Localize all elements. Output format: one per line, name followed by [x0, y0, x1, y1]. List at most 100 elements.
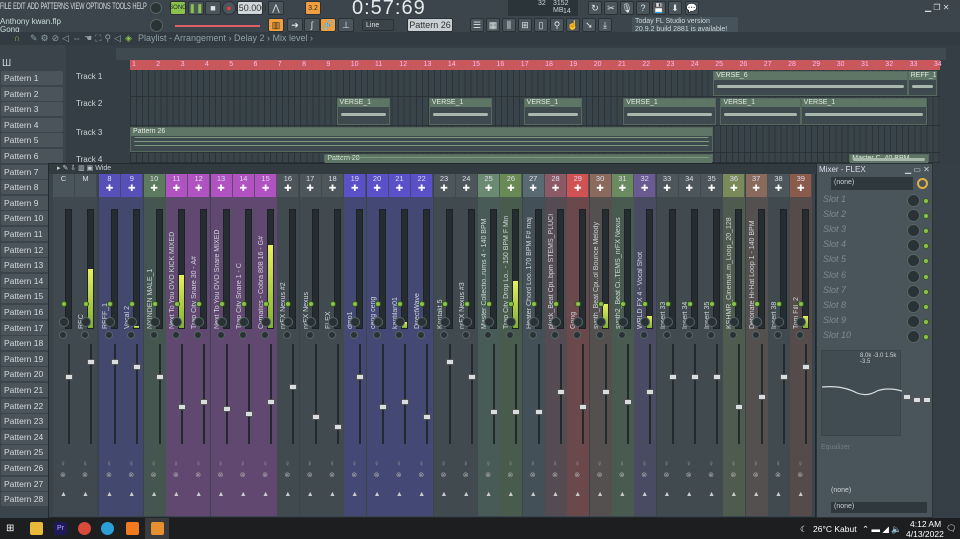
latency-icon[interactable]: ⊗ [730, 471, 736, 479]
send-arrow-icon[interactable]: ▲ [396, 491, 403, 498]
record-arm-icon[interactable]: ♀ [775, 459, 781, 468]
menu-file[interactable]: FILE [0, 1, 12, 12]
stereo-knob[interactable] [573, 331, 582, 339]
mixer-strip-17[interactable]: 17 ✚ nrFX Nexus ♀ ⊗ ▲ [299, 174, 322, 516]
pattern-item[interactable]: Pattern 5 [1, 133, 63, 148]
pan-knob[interactable] [149, 317, 160, 327]
pan-knob[interactable] [81, 317, 91, 327]
latency-icon[interactable]: ⊗ [218, 471, 224, 479]
record-arm-icon[interactable]: ♀ [60, 459, 66, 468]
latency-icon[interactable]: ⊗ [106, 471, 112, 479]
strip-header[interactable]: 35 ✚ [701, 174, 723, 197]
latency-icon[interactable]: ⊗ [307, 471, 313, 479]
pan-knob[interactable] [305, 317, 316, 327]
route-plus-icon[interactable]: ✚ [545, 183, 566, 194]
route-plus-icon[interactable]: ✚ [121, 183, 142, 194]
clock-time[interactable]: 4:12 AM [910, 519, 941, 529]
mute-led[interactable] [330, 301, 336, 307]
step-seq-icon[interactable]: ➜ [287, 18, 303, 32]
weather-text[interactable]: 26°C Kabut [813, 524, 857, 534]
pattern-item[interactable]: Pattern 3 [1, 102, 63, 117]
route-plus-icon[interactable]: ✚ [255, 183, 276, 194]
mixer-strip-33[interactable]: 33 ✚ Insert 33 ♀ ⊗ ▲ [656, 174, 679, 516]
fx-slot[interactable]: Slot 4 [823, 239, 929, 253]
stereo-knob[interactable] [350, 331, 359, 339]
latency-icon[interactable]: ⊗ [195, 471, 201, 479]
slot-mix-knob[interactable] [907, 254, 920, 268]
stereo-knob[interactable] [729, 331, 738, 339]
plugin-picker-icon[interactable]: ▯ [534, 18, 548, 32]
strip-header[interactable]: 36 ✚ [723, 174, 745, 197]
route-plus-icon[interactable]: ✚ [188, 183, 209, 194]
slot-enable-led[interactable] [923, 288, 929, 295]
route-plus-icon[interactable]: ✚ [322, 183, 343, 194]
mixer-strip-15[interactable]: 15 ✚ Cymatics - Cobra 808 16 - G# ♀ ⊗ ▲ [255, 174, 278, 516]
mixer-strip-28[interactable]: 28 ✚ pluck_Beat Cpi..bpm STEMS_PLUCK ♀ ⊗ ▲ [545, 174, 567, 516]
record-arm-icon[interactable]: ♀ [574, 459, 580, 468]
mixer-strip-30[interactable]: 30 ✚ synth_Beat Cpi..ol Bounce Melody ♀ ⊗ ▲ [589, 174, 612, 516]
latency-icon[interactable]: ⊗ [329, 471, 335, 479]
mute-led[interactable] [218, 301, 225, 307]
fl-studio-taskbar-button[interactable] [145, 518, 169, 539]
strip-header[interactable]: 38 ✚ [768, 174, 789, 197]
latency-icon[interactable]: ⊗ [530, 471, 536, 479]
slot-mix-knob[interactable] [907, 284, 920, 298]
mixer-strip-26[interactable]: 26 ✚ Trap City Drop Lo.. - 150 BPM F Min ♀ ⊗… [500, 174, 523, 516]
tempo-field[interactable]: 150.000 [234, 1, 266, 15]
chrome-icon[interactable] [78, 522, 91, 535]
volume-fader[interactable] [512, 409, 521, 415]
mute-led[interactable] [776, 301, 782, 307]
send-arrow-icon[interactable]: ▲ [173, 491, 180, 498]
stereo-knob[interactable] [149, 331, 158, 339]
record-arm-icon[interactable]: ♀ [552, 459, 558, 468]
mute-led[interactable] [107, 301, 113, 307]
send-arrow-icon[interactable]: ▲ [374, 491, 381, 498]
pan-knob[interactable] [328, 317, 338, 327]
latency-icon[interactable]: ⊗ [128, 471, 134, 479]
send-arrow-icon[interactable]: ▲ [151, 491, 158, 498]
menu-add[interactable]: ADD [27, 1, 39, 12]
mixer-strip-C[interactable]: C ♀ ⊗ ▲ [53, 174, 75, 516]
record-arm-icon[interactable]: ♀ [507, 459, 513, 468]
timeline-ruler[interactable]: 1 2 3 4 5 6 7 8 9 10 11 12 13 14 15 16 17 18 19 20 21 22 23 24 2… [130, 60, 942, 70]
volume-fader[interactable] [200, 399, 209, 405]
slot-enable-led[interactable] [923, 318, 929, 325]
route-plus-icon[interactable]: ✚ [790, 183, 811, 194]
latency-icon[interactable]: ⊗ [708, 471, 714, 479]
volume-fader[interactable] [111, 359, 119, 365]
record-arm-icon[interactable]: ♀ [664, 459, 670, 468]
strip-header[interactable]: 17 ✚ [299, 174, 321, 197]
audio-clip[interactable]: VERSE_1 [623, 98, 716, 125]
stereo-knob[interactable] [617, 331, 626, 339]
mute-led[interactable] [753, 301, 760, 307]
latency-icon[interactable]: ⊗ [82, 471, 88, 479]
slot-enable-led[interactable] [923, 273, 929, 280]
strip-header[interactable]: 14 ✚ [232, 174, 254, 197]
mixer-strip-29[interactable]: 29✚ Gong ♀ ⊗ ▲ [567, 174, 590, 516]
mixer-strip-20[interactable]: 20 ✚ ceng ceng ♀ ⊗ ▲ [366, 174, 389, 516]
send-arrow-icon[interactable]: ▲ [82, 491, 89, 498]
strip-header[interactable]: 28 ✚ [545, 174, 566, 197]
volume-fader[interactable] [133, 364, 142, 370]
record-arm-icon[interactable]: ♀ [82, 459, 88, 468]
channel-rack-icon[interactable]: ▦ [486, 18, 500, 32]
pan-knob[interactable] [662, 317, 673, 327]
pan-knob[interactable] [751, 317, 762, 327]
pattern-selector[interactable]: Pattern 26 [407, 18, 453, 32]
plugin-icon[interactable]: ⚲ [550, 18, 564, 32]
latency-icon[interactable]: ⊗ [374, 471, 380, 479]
download-icon[interactable]: ⤓ [598, 18, 612, 32]
fx-slot[interactable]: Slot 3 [823, 224, 929, 238]
pattern-item[interactable]: Pattern 2 [1, 86, 63, 101]
slot-mix-knob[interactable] [907, 209, 920, 223]
mixer-strip-19[interactable]: 19✚ dmp1 ♀ ⊗ ▲ [344, 174, 367, 516]
send-arrow-icon[interactable]: ▲ [619, 491, 626, 498]
mute-led[interactable] [374, 301, 381, 307]
strip-header[interactable]: M [75, 174, 96, 197]
pan-knob[interactable] [528, 317, 539, 327]
fx-enable-icon[interactable] [917, 178, 928, 189]
strip-header[interactable]: 10 ✚ [143, 174, 165, 197]
mixer-strip-35[interactable]: 35 ✚ Insert 35 ♀ ⊗ ▲ [701, 174, 724, 516]
fx-slot[interactable]: Slot 5 [823, 254, 929, 268]
stereo-knob[interactable] [372, 331, 381, 339]
